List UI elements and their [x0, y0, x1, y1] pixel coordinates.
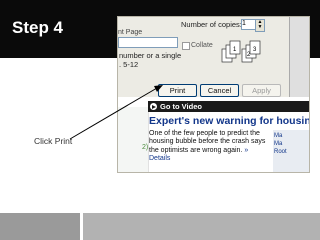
callout-label: Click Print [34, 136, 73, 146]
callout-arrow [69, 85, 163, 140]
